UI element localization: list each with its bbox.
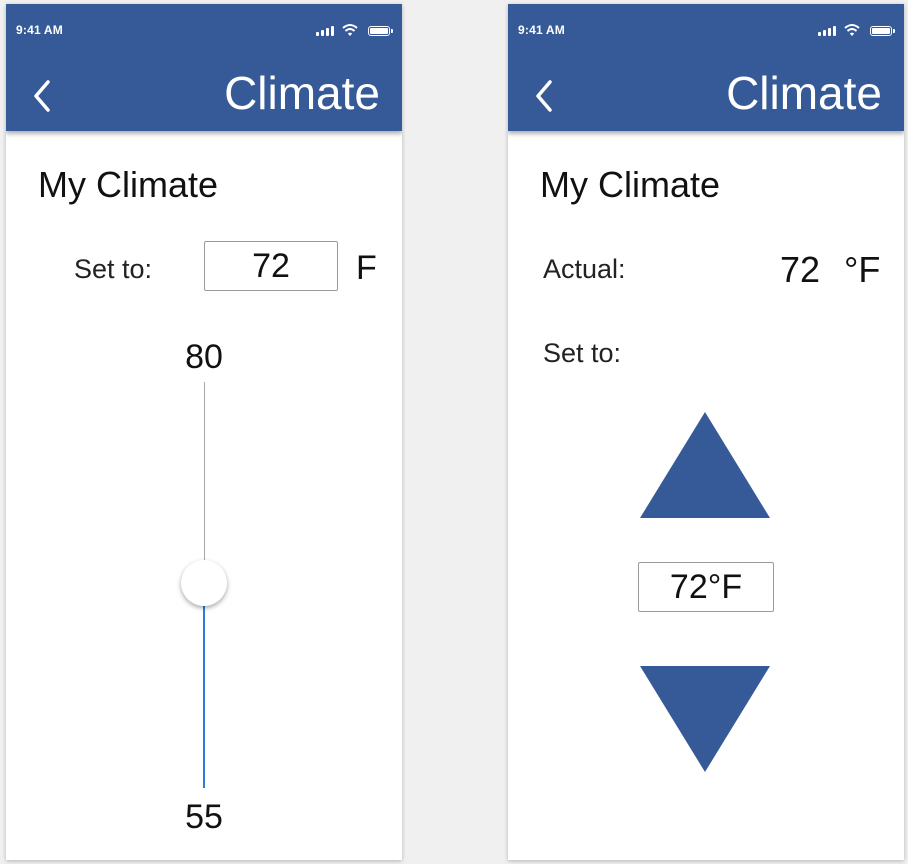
triangle-up-icon	[640, 412, 770, 518]
wifi-icon	[342, 23, 358, 37]
set-to-label: Set to:	[543, 338, 622, 368]
page-title: Climate	[224, 67, 380, 119]
slider-thumb[interactable]	[181, 560, 227, 606]
triangle-down-icon	[640, 666, 770, 772]
slider-max-label: 80	[185, 338, 223, 376]
decrease-temperature-button[interactable]	[640, 666, 770, 777]
section-title: My Climate	[540, 164, 721, 205]
page-title: Climate	[726, 67, 882, 119]
setpoint-input[interactable]: 72	[204, 241, 338, 291]
climate-screen-stepper: 9:41 AM Climate My Climate Actual: 72 °F…	[508, 4, 904, 860]
actual-unit: °F	[844, 249, 881, 290]
setpoint-display[interactable]: 72°F	[638, 562, 774, 612]
status-time: 9:41 AM	[16, 23, 63, 37]
wifi-icon	[844, 23, 860, 37]
slider-track-filled[interactable]	[203, 584, 205, 788]
back-button[interactable]	[28, 76, 58, 116]
signal-icon	[316, 26, 334, 36]
set-to-label: Set to:	[74, 254, 153, 284]
chevron-left-icon	[536, 80, 552, 112]
actual-temperature: 72	[780, 249, 821, 290]
slider-track-upper[interactable]	[204, 382, 205, 584]
actual-label: Actual:	[543, 254, 626, 284]
back-button[interactable]	[530, 76, 560, 116]
climate-screen-slider: 9:41 AM Climate My Climate Set to: 72 F …	[6, 4, 402, 860]
app-header: 9:41 AM Climate	[508, 4, 904, 131]
battery-icon	[870, 26, 895, 36]
unit-label: F	[356, 249, 377, 287]
increase-temperature-button[interactable]	[640, 412, 770, 523]
signal-icon	[818, 26, 836, 36]
section-title: My Climate	[38, 164, 219, 205]
app-header: 9:41 AM Climate	[6, 4, 402, 131]
status-time: 9:41 AM	[518, 23, 565, 37]
slider-min-label: 55	[185, 798, 223, 836]
battery-icon	[368, 26, 393, 36]
chevron-left-icon	[34, 80, 50, 112]
